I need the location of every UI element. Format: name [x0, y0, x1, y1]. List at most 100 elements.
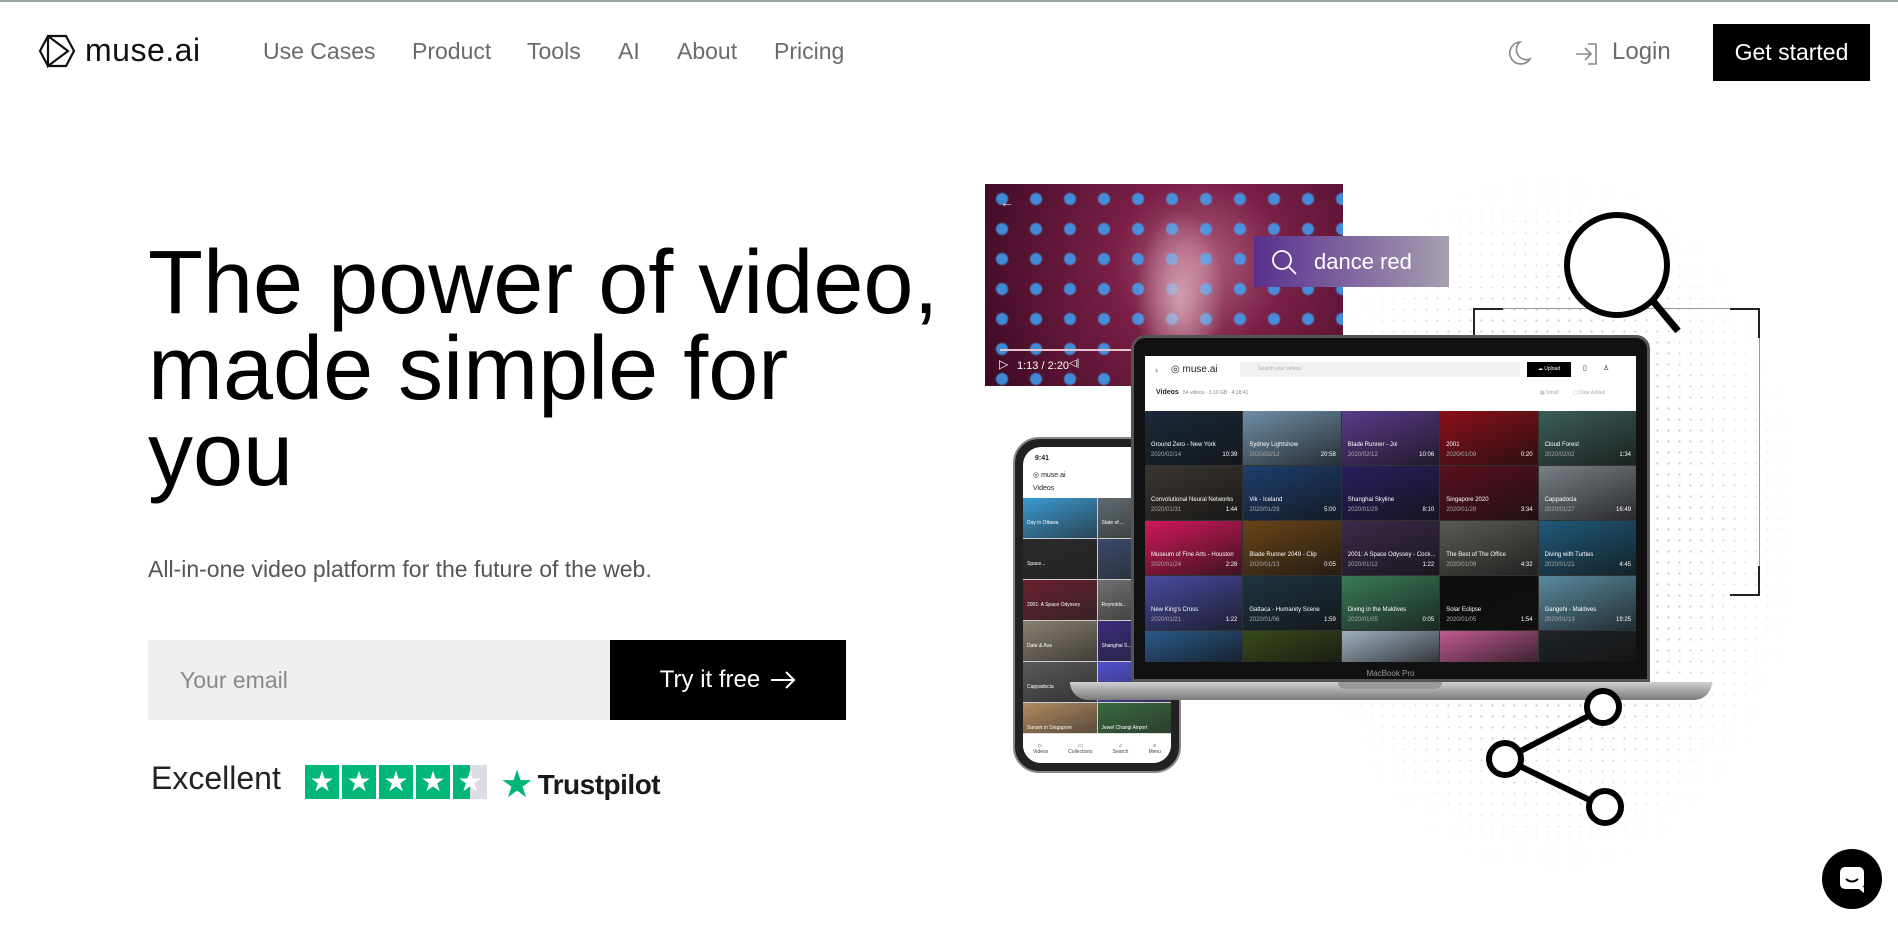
video-title: Diving in the Maldives: [1347, 607, 1407, 613]
nav-ai[interactable]: AI: [618, 38, 640, 65]
phone-video-tile[interactable]: Date & Ava: [1023, 621, 1097, 661]
magnifier-icon: [1564, 212, 1681, 334]
video-duration: 1:22: [1422, 562, 1435, 568]
video-tile[interactable]: [1145, 631, 1243, 662]
video-tile[interactable]: Ground Zero - New York 2020/02/14 10:39: [1145, 411, 1243, 465]
phone-video-title: Sunset in Singapore: [1027, 725, 1073, 731]
chevron-right-icon[interactable]: ›: [1155, 365, 1158, 375]
video-tile[interactable]: [1538, 631, 1636, 662]
phone-video-tile[interactable]: 2001: A Space Odyssey: [1023, 580, 1097, 620]
app-search-input[interactable]: Search your videos: [1240, 362, 1520, 377]
phone-video-title: Shanghai S...: [1101, 643, 1132, 649]
phone-tab-bar: ▷ Videos ▭ Collections ⌕ Search ≡ Menu: [1023, 733, 1171, 763]
video-tile[interactable]: [1243, 631, 1341, 662]
video-duration: 1:22: [1225, 617, 1238, 623]
video-tile[interactable]: Solar Eclipse 2020/01/05 1:54: [1440, 576, 1538, 630]
video-tile[interactable]: Diving with Turtles 2020/01/21 4:45: [1538, 521, 1636, 575]
video-duration: 3:34: [1520, 507, 1533, 513]
app-heading: Videos: [1156, 389, 1179, 396]
email-input[interactable]: [148, 640, 610, 720]
nav-product[interactable]: Product: [412, 38, 491, 65]
logo[interactable]: [38, 34, 76, 73]
video-duration: 5:00: [1324, 507, 1336, 513]
video-title: Gattaca - Humanity Scene: [1249, 607, 1320, 613]
video-date: 2020/01/24: [1151, 562, 1182, 568]
video-title: The Best of The Office: [1446, 552, 1506, 558]
library-icon[interactable]: ▯: [1583, 364, 1587, 372]
video-tile[interactable]: 2001 2020/01/09 0:20: [1440, 411, 1538, 465]
moon-icon[interactable]: [1508, 40, 1532, 66]
search-query-text: dance red: [1314, 248, 1412, 274]
video-tile[interactable]: Blade Runner 2049 - Clip 2020/01/13 0:05: [1243, 521, 1341, 575]
upload-label: Upload: [1544, 366, 1561, 372]
phone-video-tile[interactable]: Space...: [1023, 539, 1097, 579]
chat-button[interactable]: [1822, 849, 1882, 909]
video-tile[interactable]: [1440, 631, 1538, 662]
video-tile[interactable]: Shanghai Skyline 2020/01/29 8:10: [1341, 466, 1440, 520]
video-tile[interactable]: Diving in the Maldives 2020/01/05 0:05: [1341, 576, 1440, 630]
video-tile[interactable]: Blade Runner - Joi 2020/02/12 10:06: [1341, 411, 1440, 465]
nav-pricing[interactable]: Pricing: [774, 38, 844, 65]
video-date: 2020/01/05: [1347, 617, 1378, 623]
video-title: 2001: A Space Odyssey - Cock...: [1347, 552, 1436, 558]
tab-label: Videos: [1032, 748, 1049, 755]
video-tile[interactable]: New King's Cross 2020/01/21 1:22: [1145, 576, 1243, 630]
video-date: 2020/01/27: [1544, 507, 1575, 513]
video-duration: 19:25: [1615, 617, 1631, 623]
video-duration: 1:54: [1520, 617, 1533, 623]
try-free-button[interactable]: Try it free: [610, 640, 846, 720]
video-date: 2020/01/31: [1151, 507, 1182, 513]
sort-select[interactable]: ▢ Date Added: [1573, 390, 1605, 396]
login-icon[interactable]: [1574, 42, 1598, 66]
phone-tab-collections[interactable]: ▭ Collections: [1068, 743, 1092, 755]
video-tile[interactable]: Museum of Fine Arts - Houston 2020/01/24 2…: [1145, 521, 1243, 575]
video-date: 2020/01/29: [1347, 507, 1378, 513]
video-title: New King's Cross: [1151, 607, 1199, 613]
play-icon[interactable]: ▷: [999, 357, 1008, 371]
phone-tab-menu[interactable]: ≡ Menu: [1148, 743, 1161, 755]
video-tile[interactable]: 2001: A Space Odyssey - Cock... 2020/01/1…: [1341, 521, 1440, 575]
video-tile[interactable]: Convolutional Neural Networks 2020/01/31 1…: [1145, 466, 1243, 520]
view-toggle[interactable]: ▦ Small: [1540, 390, 1559, 396]
nav-use-cases[interactable]: Use Cases: [263, 38, 375, 65]
video-tile[interactable]: Gattaca - Humanity Scene 2020/01/06 1:59: [1243, 576, 1341, 630]
video-date: 2020/02/12: [1347, 452, 1378, 458]
tab-label: Search: [1112, 748, 1129, 755]
video-date: 2020/02/02: [1544, 452, 1575, 458]
video-duration: 8:10: [1422, 507, 1435, 513]
video-title: Blade Runner - Joi: [1347, 442, 1398, 448]
phone-video-tile[interactable]: Day in Ottawa: [1023, 498, 1097, 538]
nav-about[interactable]: About: [677, 38, 737, 65]
trustpilot-logo[interactable]: ★ Trustpilot: [500, 762, 661, 807]
video-tile[interactable]: [1341, 631, 1440, 662]
video-title: Ground Zero - New York: [1151, 442, 1216, 448]
get-started-button[interactable]: Get started: [1713, 24, 1870, 81]
phone-tab-videos[interactable]: ▷ Videos: [1033, 743, 1048, 755]
logo-text[interactable]: muse.ai: [85, 32, 201, 69]
video-tile[interactable]: Cappadocia 2020/01/27 16:49: [1538, 466, 1636, 520]
video-tile[interactable]: Singapore 2020 2020/01/28 3:34: [1440, 466, 1538, 520]
back-arrow-icon[interactable]: ←: [1000, 194, 1014, 210]
login-link[interactable]: Login: [1612, 38, 1671, 66]
nav-tools[interactable]: Tools: [527, 38, 581, 65]
video-tile[interactable]: Gangehi - Maldives 2020/01/13 19:25: [1538, 576, 1636, 630]
star-icon: ★: [379, 765, 413, 799]
trustpilot-stars[interactable]: ★ ★ ★ ★ ★: [305, 765, 487, 799]
video-date: 2020/01/12: [1347, 562, 1378, 568]
user-icon[interactable]: ♙: [1603, 364, 1609, 372]
upload-button[interactable]: ☁ Upload: [1527, 362, 1571, 377]
rating-label: Excellent: [151, 760, 281, 796]
phone-tab-search[interactable]: ⌕ Search: [1113, 743, 1129, 755]
video-tile[interactable]: Sydney Lightshow 2020/02/12 20:58: [1243, 411, 1341, 465]
video-title: 2001: [1446, 442, 1460, 448]
trustpilot-text: Trustpilot: [537, 768, 661, 800]
video-duration: 0:20: [1520, 452, 1533, 458]
video-tile[interactable]: Cloud Forest 2020/02/02 1:34: [1538, 411, 1636, 465]
video-title: Singapore 2020: [1446, 497, 1489, 503]
video-tile[interactable]: Vik - Iceland 2020/01/29 5:00: [1243, 466, 1341, 520]
video-tile[interactable]: The Best of The Office 2020/01/09 4:32: [1440, 521, 1538, 575]
app-logo: ◎ muse.ai: [1171, 364, 1218, 375]
phone-heading: Videos: [1033, 485, 1055, 492]
laptop-notch: [1338, 682, 1442, 689]
volume-icon[interactable]: ◁|: [1069, 358, 1079, 369]
